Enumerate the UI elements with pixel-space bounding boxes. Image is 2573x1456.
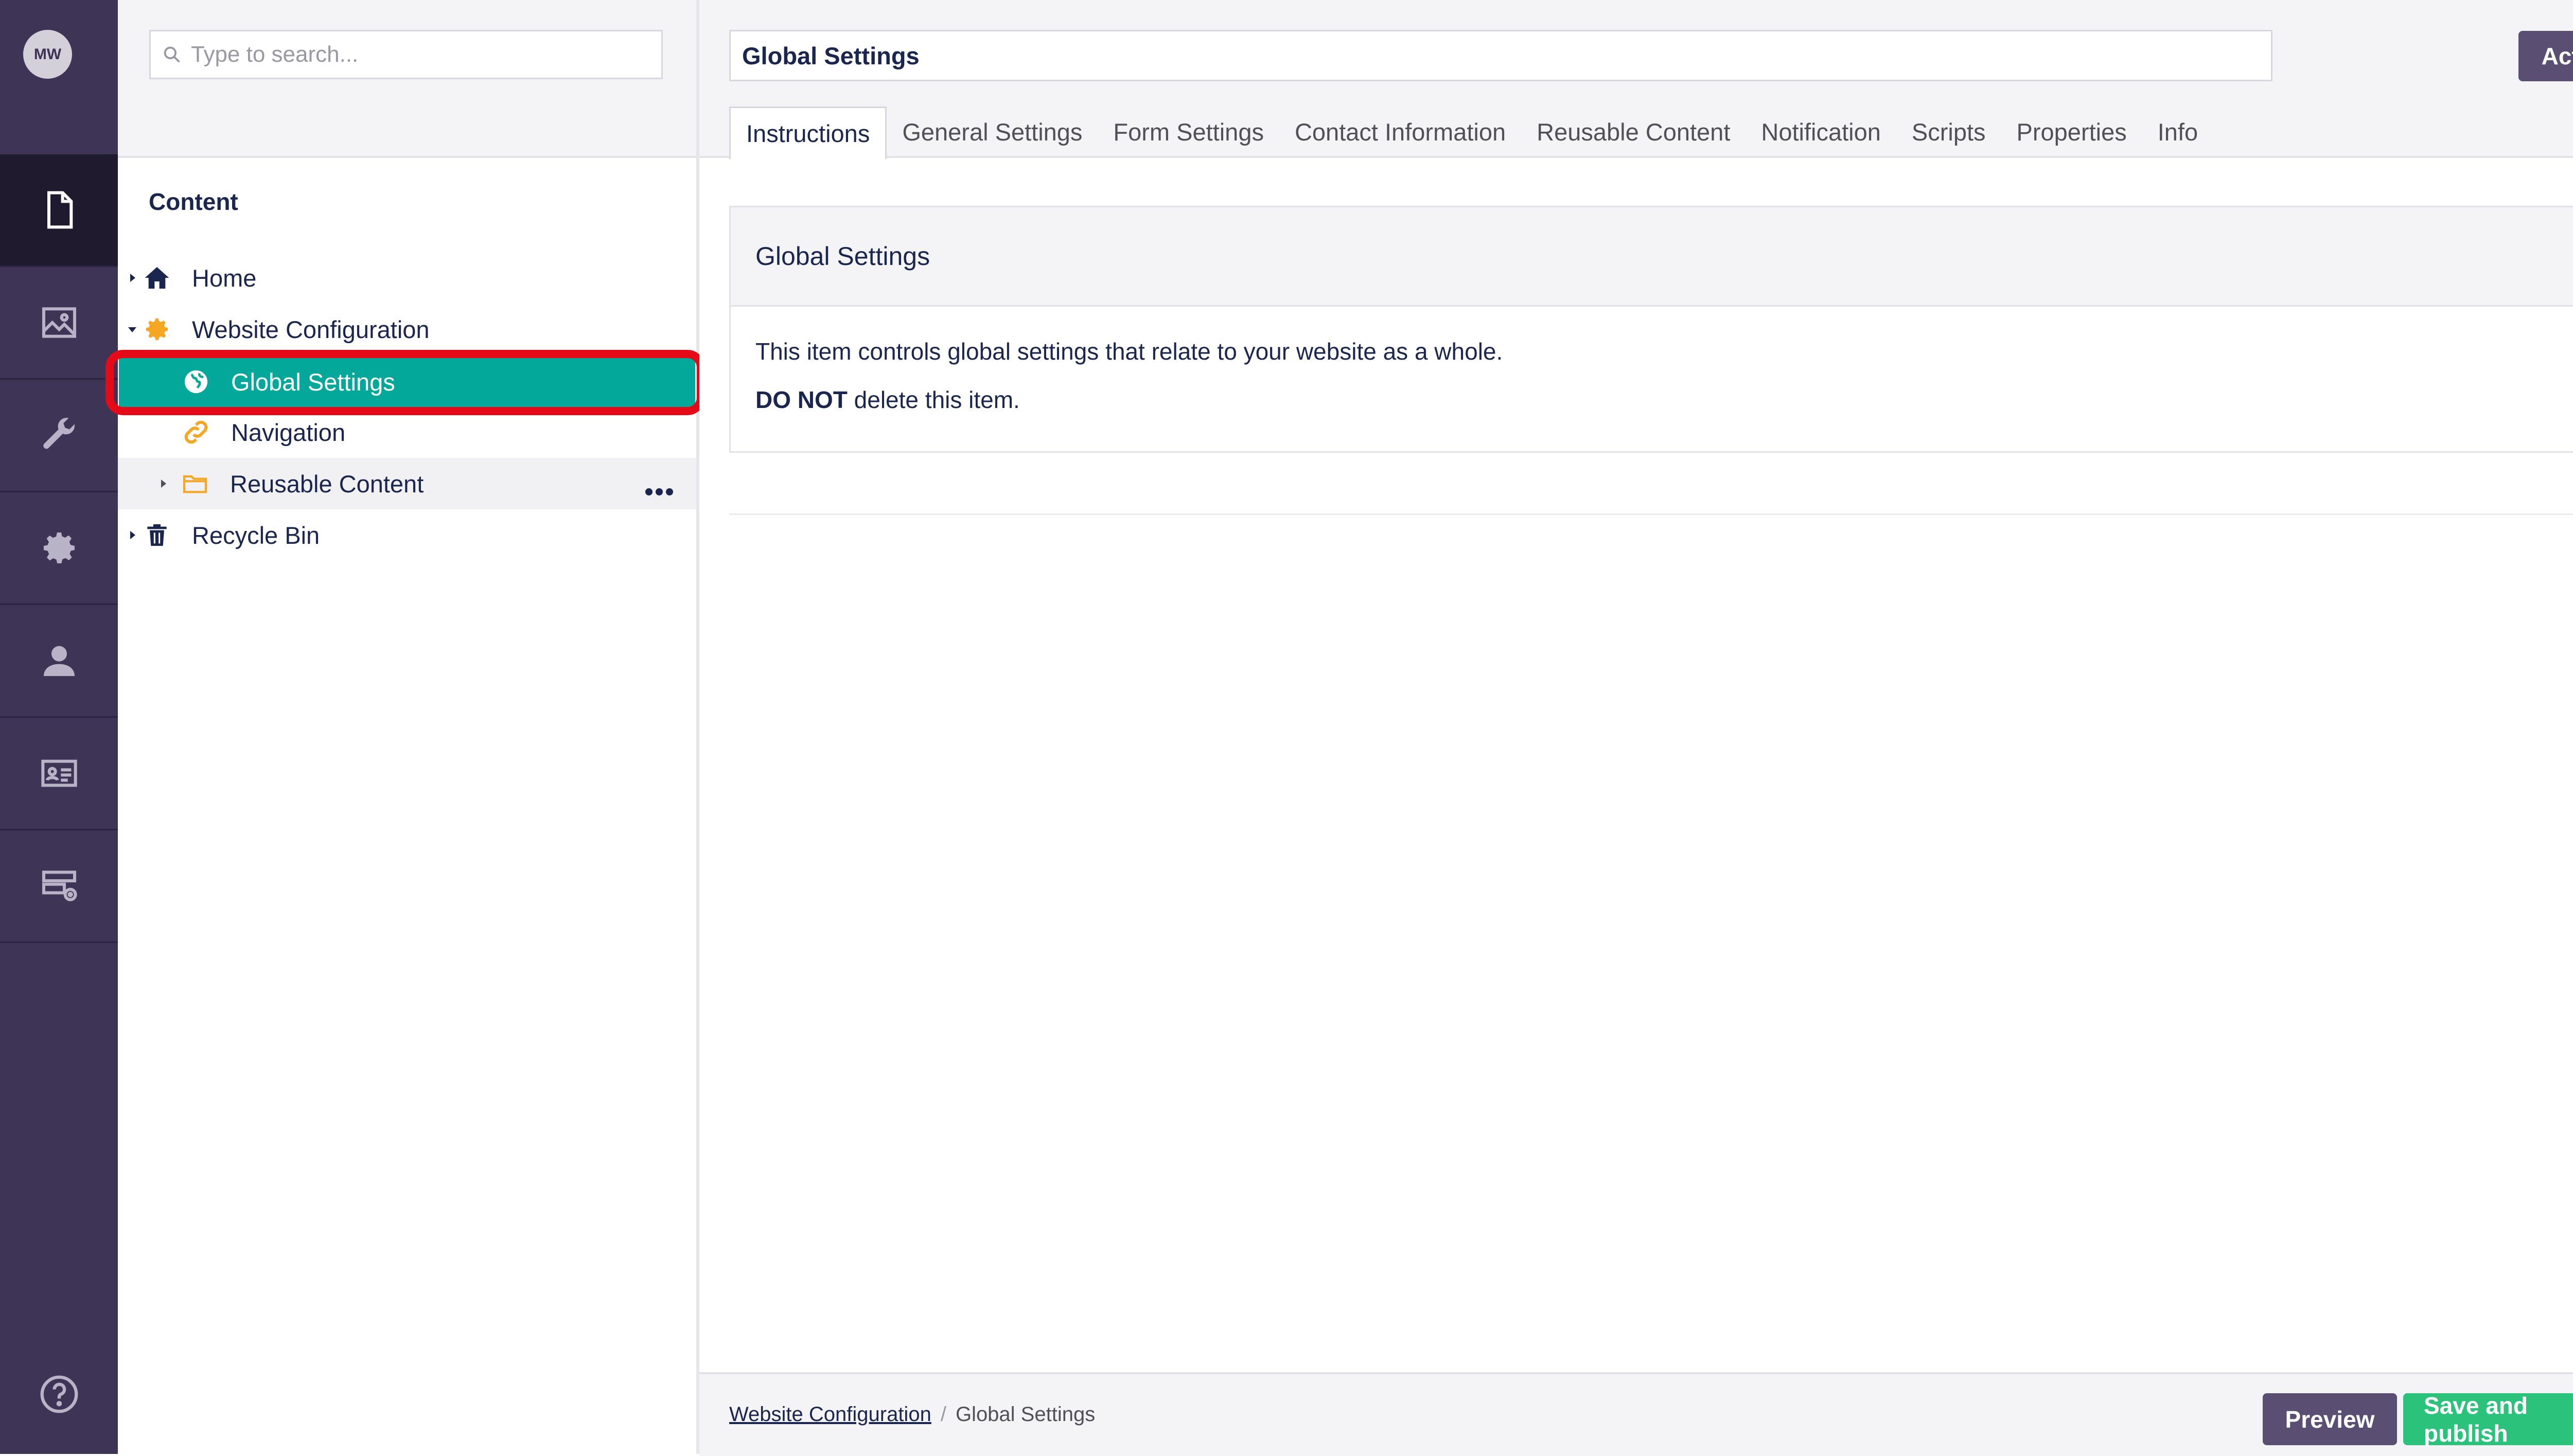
caret-right-icon[interactable] [126,272,138,284]
editor-header: Global Settings Actions ▾ Instructions G… [699,0,2573,159]
divider [729,513,2573,515]
caret-right-icon[interactable] [157,477,169,490]
instructions-line-2: DO NOT delete this item. [755,376,2573,424]
tab-info[interactable]: Info [2142,106,2213,157]
editor-panel: Global Settings Actions ▾ Instructions G… [699,0,2573,1456]
section-rail: MW [0,0,118,1454]
instructions-card: Global Settings This item controls globa… [729,206,2573,453]
document-icon [47,191,73,229]
tree-header [118,0,696,158]
card-body: This item controls global settings that … [731,307,2573,445]
caret-down-icon[interactable] [126,323,138,335]
wrench-icon [43,418,75,449]
tab-properties[interactable]: Properties [2001,106,2142,157]
link-icon [181,417,212,448]
tree-node-recycle-bin[interactable]: Recycle Bin [118,509,696,561]
image-icon [42,307,76,338]
instructions-line-1: This item controls global settings that … [755,338,1503,365]
rail-deploy[interactable] [0,830,118,943]
tab-general-settings[interactable]: General Settings [887,106,1098,157]
tab-notification[interactable]: Notification [1746,106,1896,157]
warning-emphasis: DO NOT [755,386,848,413]
home-icon [142,262,172,293]
id-card-icon [41,759,77,787]
tab-scripts[interactable]: Scripts [1896,106,2001,157]
rail-content[interactable] [0,154,118,267]
actions-button[interactable]: Actions ▾ [2518,31,2573,81]
tree-node-website-configuration[interactable]: Website Configuration [118,304,696,355]
editor-footer: Website Configuration / Global Settings … [699,1372,2573,1456]
rail-forms[interactable] [0,718,118,830]
forms-icon [42,871,77,901]
rail-media[interactable] [0,267,118,380]
save-and-publish-label: Save and publish [2424,1392,2528,1447]
rail-settings[interactable] [0,380,118,492]
tree-title: Content [149,188,238,215]
search-box[interactable] [149,30,663,79]
tree-node-label: Reusable Content [230,470,424,498]
tree-node-label: Navigation [231,418,346,446]
tab-instructions[interactable]: Instructions [729,106,887,159]
tab-form-settings[interactable]: Form Settings [1098,106,1279,157]
breadcrumb-link-website-configuration[interactable]: Website Configuration [729,1403,931,1426]
breadcrumb: Website Configuration / Global Settings [729,1403,1095,1426]
tree-node-home[interactable]: Home [118,252,696,304]
cog-orange-icon [142,314,172,345]
actions-label: Actions [2541,43,2573,69]
node-name-input[interactable]: Global Settings [729,30,2272,81]
trash-icon [142,520,172,551]
caret-right-icon[interactable] [126,529,138,541]
tree-node-label: Recycle Bin [192,521,320,549]
tree-node-reusable-content[interactable]: Reusable Content [118,458,696,509]
warning-text: delete this item. [847,386,1020,413]
tree-node-label: Website Configuration [192,315,430,343]
tree-node-label: Home [192,264,257,292]
highlight-annotation [105,350,705,415]
card-title: Global Settings [755,242,930,271]
help-icon [40,1375,78,1413]
gear-icon [43,532,75,563]
card-header: Global Settings [731,207,2573,307]
content-tree-panel: Content Home Website Configuration [118,0,699,1454]
preview-button[interactable]: Preview [2263,1393,2397,1445]
tab-contact-information[interactable]: Contact Information [1279,106,1521,157]
user-icon [43,646,75,676]
search-input[interactable] [190,41,661,68]
avatar[interactable]: MW [23,30,72,79]
breadcrumb-current: Global Settings [955,1403,1096,1426]
rail-packages[interactable] [0,492,118,605]
save-and-publish-button[interactable]: Save and publish [2403,1392,2573,1447]
breadcrumb-separator: / [940,1403,946,1426]
search-icon [164,46,180,63]
tab-bar: Instructions General Settings Form Setti… [729,105,2213,159]
tab-reusable-content[interactable]: Reusable Content [1521,106,1746,157]
rail-help[interactable] [0,1343,118,1446]
rail-members[interactable] [0,605,118,718]
more-options-icon[interactable] [643,475,676,504]
folder-icon [180,468,210,499]
